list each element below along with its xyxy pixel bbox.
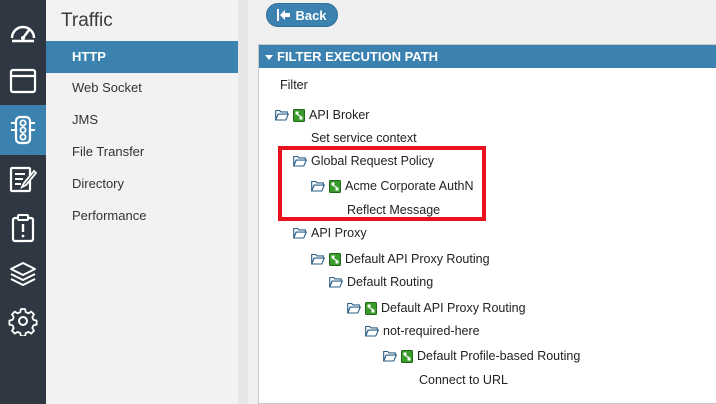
nav-item-performance[interactable]: Performance xyxy=(46,200,238,232)
folder-open-icon[interactable] xyxy=(293,227,307,239)
traffic-light-icon xyxy=(11,115,35,145)
tree-row[interactable]: Default Routing xyxy=(329,272,433,292)
panel-header[interactable]: FILTER EXECUTION PATH xyxy=(259,45,716,68)
folder-open-icon[interactable] xyxy=(383,350,397,362)
tree-row[interactable]: not-required-here xyxy=(365,321,480,341)
back-button[interactable]: Back xyxy=(266,3,338,27)
section-title: Traffic xyxy=(61,10,113,31)
rail-settings[interactable] xyxy=(0,296,46,346)
tree-row[interactable]: API Broker xyxy=(275,105,369,125)
tree-row-label: Default API Proxy Routing xyxy=(381,301,526,315)
filter-policy-icon xyxy=(293,108,305,122)
tree-row-label: API Proxy xyxy=(311,226,367,240)
tree-row-label: not-required-here xyxy=(383,324,480,338)
tree-row-header: Filter xyxy=(280,75,308,95)
tree-row[interactable]: API Proxy xyxy=(293,223,367,243)
folder-open-icon[interactable] xyxy=(365,325,379,337)
rail-clipboard[interactable] xyxy=(0,203,46,253)
tree-row-label: Filter xyxy=(280,78,308,92)
tree-row-label: Connect to URL xyxy=(419,373,508,387)
folder-open-icon[interactable] xyxy=(311,253,325,265)
nav-item-label: Web Socket xyxy=(72,80,142,95)
tree-row[interactable]: Default Profile-based Routing xyxy=(383,346,580,366)
nav-item-label: Directory xyxy=(72,176,125,191)
layers-stack-icon xyxy=(10,262,36,286)
tree-row-label: API Broker xyxy=(309,108,370,122)
rail-traffic[interactable] xyxy=(0,105,46,155)
rail-layers[interactable] xyxy=(0,250,46,300)
folder-open-icon[interactable] xyxy=(329,276,343,288)
filter-policy-icon xyxy=(401,349,413,363)
tree-row-label: Default Routing xyxy=(347,275,434,289)
nav-item-web-socket[interactable]: Web Socket xyxy=(46,72,238,104)
tree-row-label: Set service context xyxy=(311,131,417,145)
folder-open-icon[interactable] xyxy=(347,302,361,314)
sub-navigation: Traffic HTTP Web Socket JMS File Transfe… xyxy=(46,0,238,404)
tree-row-label: Default API Proxy Routing xyxy=(345,252,490,266)
gear-icon xyxy=(8,308,38,336)
clipboard-alert-icon xyxy=(11,214,35,243)
rail-edit[interactable] xyxy=(0,154,46,204)
tree-row[interactable]: Default API Proxy Routing xyxy=(347,298,526,318)
panel-title: FILTER EXECUTION PATH xyxy=(277,49,439,64)
rail-window[interactable] xyxy=(0,56,46,106)
tree-row[interactable]: Connect to URL xyxy=(419,370,508,390)
edit-document-icon xyxy=(9,166,38,193)
nav-item-file-transfer[interactable]: File Transfer xyxy=(46,136,238,168)
dashboard-gauge-icon xyxy=(10,25,36,43)
nav-item-label: File Transfer xyxy=(72,144,145,159)
tree-row[interactable]: Default API Proxy Routing xyxy=(311,249,490,269)
folder-open-icon[interactable] xyxy=(275,109,289,121)
icon-rail xyxy=(0,0,46,404)
back-button-label: Back xyxy=(295,7,327,23)
nav-item-label: Performance xyxy=(72,208,147,223)
nav-item-label: HTTP xyxy=(72,49,106,64)
nav-item-jms[interactable]: JMS xyxy=(46,104,238,136)
nav-item-label: JMS xyxy=(72,112,98,127)
nav-item-http[interactable]: HTTP xyxy=(46,41,238,73)
window-icon xyxy=(9,68,37,94)
filter-policy-icon xyxy=(329,252,341,266)
highlight-annotation-box xyxy=(278,146,486,221)
tree-row-label: Default Profile-based Routing xyxy=(417,349,581,363)
filter-policy-icon xyxy=(365,301,377,315)
panel-divider xyxy=(238,0,248,404)
rail-dashboard[interactable] xyxy=(0,8,46,58)
back-arrow-icon xyxy=(277,9,291,21)
tree-row[interactable]: Set service context xyxy=(311,128,417,148)
collapse-caret-icon xyxy=(265,55,273,61)
nav-item-directory[interactable]: Directory xyxy=(46,168,238,200)
